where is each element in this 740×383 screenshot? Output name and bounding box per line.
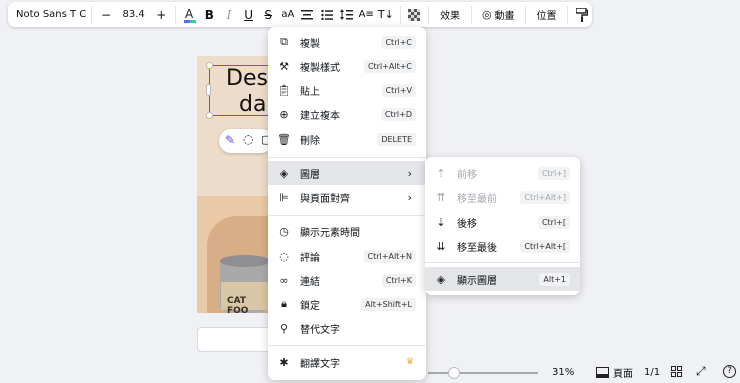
trash-icon: 🗑︎ bbox=[277, 132, 291, 146]
underline-icon[interactable]: U bbox=[239, 2, 259, 27]
menu-item-link[interactable]: ∞ 連結 Ctrl+K bbox=[268, 268, 426, 292]
bottom-bar: 31% 頁面 1/1 ⤢ ? bbox=[428, 361, 740, 383]
position-button[interactable]: 位置 bbox=[529, 2, 563, 27]
toolbar-divider bbox=[91, 5, 93, 24]
font-size-increase-button[interactable]: + bbox=[151, 2, 171, 27]
clipboard-icon: 📋︎ bbox=[277, 83, 291, 97]
zoom-level[interactable]: 31% bbox=[552, 367, 574, 378]
chevron-right-icon: › bbox=[407, 166, 412, 180]
font-size-decrease-button[interactable]: − bbox=[96, 2, 116, 27]
vertical-text-icon[interactable]: T↓ bbox=[376, 2, 396, 27]
menu-item-paste[interactable]: 📋︎ 貼上 Ctrl+V bbox=[268, 78, 426, 102]
menu-item-align-to-page[interactable]: ⊫ 與頁面對齊 › bbox=[268, 185, 426, 209]
bold-icon[interactable]: B bbox=[200, 2, 220, 27]
bring-forward-icon: ⇡ bbox=[436, 166, 446, 180]
menu-item-lock[interactable]: 🔒︎ 鎖定 Alt+Shift+L bbox=[268, 292, 426, 316]
layer-submenu: ⇡ 前移 Ctrl+] ⇈ 移至最前 Ctrl+Alt+] ⇣ 後移 Ctrl+… bbox=[425, 157, 580, 295]
lock-icon: 🔒︎ bbox=[281, 297, 287, 310]
menu-item-copy-style[interactable]: ⚒ 複製樣式 Ctrl+Alt+C bbox=[268, 54, 426, 78]
align-icon: ⊫ bbox=[279, 190, 289, 204]
comment-icon: ◌ bbox=[279, 249, 289, 263]
bring-to-front-icon: ⇈ bbox=[436, 190, 446, 204]
translate-icon: ✱ bbox=[279, 355, 289, 369]
menu-item-bring-to-front[interactable]: ⇈ 移至最前 Ctrl+Alt+] bbox=[425, 185, 580, 209]
text-color-icon[interactable]: A bbox=[180, 2, 200, 27]
chevron-right-icon: › bbox=[407, 190, 412, 204]
send-backward-icon: ⇣ bbox=[436, 215, 446, 229]
animate-button[interactable]: ◎ 動畫 bbox=[476, 2, 521, 27]
font-size-input[interactable]: 83.4 bbox=[116, 2, 152, 27]
help-icon[interactable]: ? bbox=[723, 365, 736, 378]
menu-divider bbox=[268, 157, 426, 158]
menu-item-alt-text[interactable]: ⚲ 替代文字 bbox=[268, 316, 426, 340]
magic-write-icon[interactable]: ✎ bbox=[225, 133, 235, 147]
can-label-text: CAT FOO bbox=[227, 296, 249, 313]
copy-icon: ⧉ bbox=[280, 35, 288, 48]
crown-icon: ♛ bbox=[405, 357, 414, 367]
font-family-select[interactable]: Noto Sans T Chin... bbox=[8, 9, 87, 20]
link-icon: ∞ bbox=[279, 273, 289, 287]
pages-icon bbox=[596, 367, 609, 378]
text-direction-icon[interactable]: A≡ bbox=[356, 2, 376, 27]
paint-roller-icon: ⚒ bbox=[279, 59, 289, 73]
zoom-slider-track[interactable] bbox=[428, 372, 538, 374]
menu-item-send-to-back[interactable]: ⇊ 移至最後 Ctrl+Alt+[ bbox=[425, 234, 580, 258]
menu-item-comment[interactable]: ◌ 評論 Ctrl+Alt+N bbox=[268, 244, 426, 268]
svg-text:A: A bbox=[185, 7, 194, 21]
page-notes-box[interactable] bbox=[197, 327, 269, 352]
resize-handle[interactable] bbox=[206, 112, 213, 119]
menu-item-translate[interactable]: ✱ 翻譯文字 ♛ bbox=[268, 350, 426, 374]
menu-item-layer[interactable]: ◈ 圖層 › bbox=[268, 161, 426, 185]
fullscreen-icon[interactable]: ⤢ bbox=[696, 364, 706, 379]
animate-icon: ◎ bbox=[481, 8, 492, 21]
pages-button[interactable]: 頁面 bbox=[596, 365, 633, 380]
letter-case-button[interactable]: aA bbox=[278, 2, 298, 27]
grid-view-icon[interactable] bbox=[671, 366, 682, 380]
page-count: 1/1 bbox=[644, 367, 661, 378]
context-menu: ⧉ 複製 Ctrl+C ⚒ 複製樣式 Ctrl+Alt+C 📋︎ 貼上 Ctrl… bbox=[268, 27, 426, 380]
side-handle[interactable] bbox=[206, 84, 211, 96]
line-spacing-icon[interactable] bbox=[337, 2, 357, 27]
strikethrough-icon[interactable]: S bbox=[258, 2, 278, 27]
bullet-list-icon[interactable] bbox=[317, 2, 337, 27]
animate-label: 動畫 bbox=[494, 11, 515, 22]
effects-button[interactable]: 效果 bbox=[433, 2, 467, 27]
text-toolbar: Noto Sans T Chin... − 83.4 + A B I U S a… bbox=[8, 2, 592, 27]
copy-style-icon[interactable] bbox=[572, 2, 592, 27]
send-to-back-icon: ⇊ bbox=[436, 239, 446, 253]
element-quick-actions: ✎ ◌ ▢ bbox=[219, 129, 273, 153]
menu-item-send-backward[interactable]: ⇣ 後移 Ctrl+[ bbox=[425, 210, 580, 234]
resize-handle[interactable] bbox=[206, 62, 213, 69]
italic-icon[interactable]: I bbox=[219, 2, 239, 27]
transparency-icon[interactable] bbox=[405, 2, 425, 27]
menu-item-duplicate[interactable]: ⊕ 建立複本 Ctrl+D bbox=[268, 102, 426, 126]
layers-icon: ◈ bbox=[436, 272, 446, 286]
menu-item-copy[interactable]: ⧉ 複製 Ctrl+C bbox=[268, 30, 426, 54]
duplicate-icon: ⊕ bbox=[279, 107, 289, 121]
menu-item-delete[interactable]: 🗑︎ 刪除 DELETE bbox=[268, 127, 426, 151]
layers-icon: ◈ bbox=[279, 166, 289, 180]
comment-add-icon[interactable]: ◌ bbox=[243, 132, 253, 146]
clock-icon: ◷ bbox=[279, 224, 289, 238]
menu-item-show-timing[interactable]: ◷ 顯示元素時間 bbox=[268, 219, 426, 243]
zoom-slider-knob[interactable] bbox=[448, 367, 460, 379]
menu-item-bring-forward[interactable]: ⇡ 前移 Ctrl+] bbox=[425, 161, 580, 185]
menu-item-show-layers[interactable]: ◈ 顯示圖層 Alt+1 bbox=[425, 267, 580, 291]
accessibility-icon: ⚲ bbox=[279, 321, 289, 335]
align-center-icon[interactable] bbox=[298, 2, 318, 27]
